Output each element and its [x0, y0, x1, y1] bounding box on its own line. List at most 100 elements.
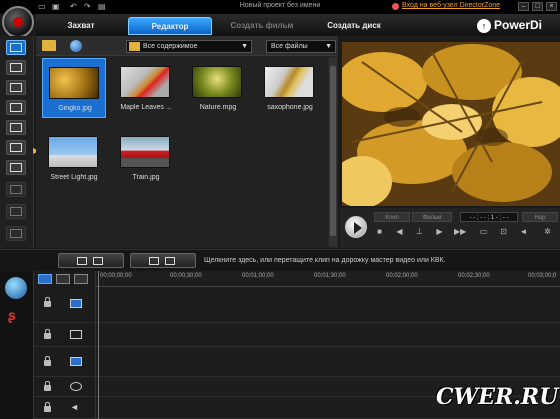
thumbnail-gingko: [49, 67, 99, 99]
magic-style-icon[interactable]: ʂ: [8, 307, 16, 323]
track-headers: ◄: [34, 271, 96, 419]
media-room-button[interactable]: [6, 40, 26, 55]
minimize-button[interactable]: –: [518, 2, 529, 11]
lock-icon[interactable]: [44, 329, 51, 339]
volume-icon[interactable]: ◄: [518, 227, 529, 237]
transition-room-button[interactable]: [6, 140, 26, 155]
settings-icon[interactable]: ✲: [542, 227, 553, 237]
tab-create-disc[interactable]: Создать диск: [312, 17, 396, 35]
fit-timeline-icon[interactable]: [38, 274, 52, 284]
pip-icon: [10, 83, 22, 92]
display-mode-icon[interactable]: ⊡: [498, 227, 509, 237]
chapter-room-button[interactable]: [6, 204, 26, 219]
track-header-video: [34, 287, 96, 323]
library-item[interactable]: Maple Leaves ...: [114, 58, 178, 118]
file-filter-value: Все файлы: [271, 43, 308, 50]
fast-forward-icon[interactable]: ▶▶: [454, 227, 466, 237]
previous-frame-icon[interactable]: ◀: [394, 227, 405, 237]
playhead[interactable]: [98, 271, 99, 419]
ruler-tick-label: 00;02;00;00: [386, 273, 418, 279]
split-icon[interactable]: ⊥: [414, 227, 425, 237]
ruler-tick-label: 00;01;00;00: [242, 273, 274, 279]
thumbnail-train: [120, 136, 170, 168]
timeline-icon: [165, 257, 175, 265]
brand-icon: ↑: [477, 18, 491, 33]
ruler-tick-label: 00;00;30;00: [170, 273, 202, 279]
next-frame-icon[interactable]: ▶: [434, 227, 445, 237]
library-grid: Gingko.jpg Maple Leaves ... Nature.mpg s…: [36, 56, 328, 248]
content-folder-icon: [129, 42, 140, 51]
thumbnail-saxophone: [264, 66, 314, 98]
voice-over-button[interactable]: [6, 182, 26, 197]
pip-room-button[interactable]: [6, 80, 26, 95]
lock-icon[interactable]: [44, 356, 51, 366]
subtitle-room-button[interactable]: [6, 226, 26, 241]
pip-track[interactable]: [96, 347, 560, 377]
playback-controls: Клип Фильм - - ; - - ; 1 - ; - - Нор ■ ◀…: [340, 208, 560, 248]
library-item-name: Train.jpg: [132, 174, 160, 181]
snapshot-icon[interactable]: ▭: [478, 227, 489, 237]
library-item[interactable]: saxophone.jpg: [258, 58, 322, 118]
directorzone-icon: [392, 3, 399, 10]
effect-track[interactable]: [96, 323, 560, 347]
maximize-button[interactable]: □: [532, 2, 543, 11]
speaker-icon: ◄: [70, 402, 79, 412]
close-button[interactable]: ×: [546, 2, 557, 11]
track-header-title: [34, 377, 96, 397]
library-item-name: Nature.mpg: [199, 104, 237, 111]
title-room-button[interactable]: [6, 120, 26, 135]
tab-edit[interactable]: Редактор: [128, 17, 212, 35]
timeline-view-button[interactable]: [130, 253, 196, 268]
library-toolbar: Все содержимое ▼ Все файлы ▼: [36, 36, 338, 56]
ruler-tick-label: 00;00;00;00: [100, 273, 132, 279]
library-item[interactable]: Nature.mpg: [186, 58, 250, 118]
watermark: CWER.RU: [436, 384, 559, 410]
download-media-icon[interactable]: [70, 40, 82, 52]
add-track-icon[interactable]: [74, 274, 88, 284]
timeline-toolbar: Щелкните здесь, или перетащите клип на д…: [0, 249, 560, 271]
library-item[interactable]: Street Light.jpg: [42, 128, 106, 188]
library-item[interactable]: Train.jpg: [114, 128, 178, 188]
microphone-icon: [10, 185, 22, 194]
magic-tools-icon[interactable]: [5, 277, 27, 299]
quality-select[interactable]: Нор: [522, 212, 558, 222]
import-folder-icon[interactable]: [42, 40, 56, 51]
play-button[interactable]: [345, 216, 367, 238]
video-track[interactable]: [96, 287, 560, 323]
ruler-tick-label: 00;02;30;00: [458, 273, 490, 279]
directorzone-link[interactable]: Вход на веб-узел DirectorZone: [402, 2, 500, 9]
library-scrollbar[interactable]: [329, 58, 337, 246]
lock-icon[interactable]: [44, 381, 51, 391]
timeline-ruler[interactable]: 00;00;00;00 00;00;30;00 00;01;00;00 00;0…: [96, 271, 560, 287]
chevron-down-icon: ▼: [325, 43, 332, 50]
movie-mode-button[interactable]: Фильм: [412, 212, 452, 222]
library-item-name: Maple Leaves ...: [120, 104, 172, 111]
transition-icon: [10, 143, 22, 152]
audio-mixing-button[interactable]: [6, 160, 26, 175]
stop-icon[interactable]: ■: [374, 227, 385, 237]
particle-icon: [10, 103, 22, 112]
particle-room-button[interactable]: [6, 100, 26, 115]
mixer-icon: [10, 163, 22, 172]
storyboard-view-button[interactable]: [58, 253, 124, 268]
tab-capture[interactable]: Захват: [46, 17, 116, 35]
library-item-name: Gingko.jpg: [58, 105, 92, 112]
file-filter-select[interactable]: Все файлы ▼: [266, 40, 336, 53]
title-icon: [10, 123, 22, 132]
lock-icon[interactable]: [44, 297, 51, 307]
timeline-hint: Щелкните здесь, или перетащите клип на д…: [204, 257, 446, 264]
timecode-display[interactable]: - - ; - - ; 1 - ; - -: [460, 212, 518, 222]
effects-room-button[interactable]: [6, 60, 26, 75]
content-filter-select[interactable]: Все содержимое ▼: [126, 40, 252, 53]
track-header-pip: [34, 347, 96, 377]
clip-mode-button[interactable]: Клип: [374, 212, 410, 222]
ruler-tick-label: 00;03;00;0: [528, 273, 557, 279]
library-scroll-thumb[interactable]: [330, 66, 336, 236]
zoom-icon[interactable]: [56, 274, 70, 284]
library-item[interactable]: Gingko.jpg: [42, 58, 106, 118]
brand-name: ↑ PowerDi: [477, 14, 560, 36]
media-library: Все содержимое ▼ Все файлы ▼ Gingko.jpg …: [36, 36, 338, 248]
lock-icon[interactable]: [44, 402, 51, 412]
tab-produce[interactable]: Создать фильм: [220, 17, 304, 35]
title-track-icon: [70, 382, 82, 391]
